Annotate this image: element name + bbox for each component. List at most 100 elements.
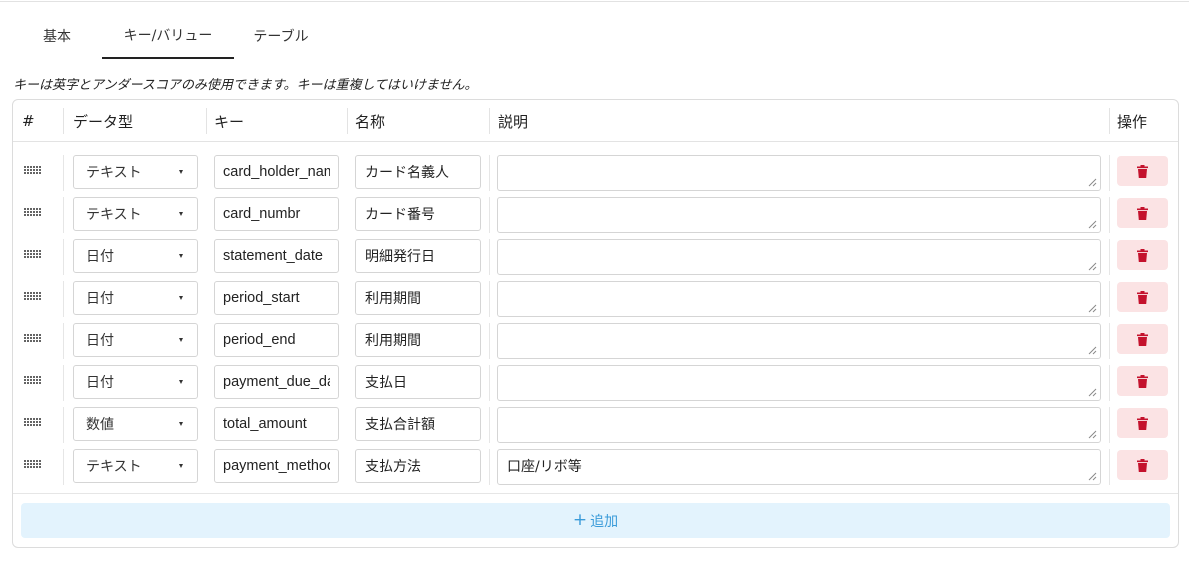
row-divider <box>63 449 64 485</box>
trash-icon <box>1137 206 1148 220</box>
key-value-table: # データ型 キー 名称 説明 操作 テキスト カード名義人 <box>12 99 1179 548</box>
table-row: テキスト カード名義人 <box>13 153 1178 195</box>
data-type-value: 数値 <box>86 417 114 433</box>
name-input[interactable]: カード名義人 <box>355 155 481 189</box>
description-textarea[interactable] <box>497 239 1101 275</box>
delete-row-button[interactable] <box>1117 450 1168 480</box>
column-divider <box>63 108 64 134</box>
row-divider <box>489 323 490 359</box>
add-row-button[interactable]: + 追加 <box>21 503 1170 538</box>
add-row-label: 追加 <box>590 513 619 530</box>
key-input[interactable] <box>214 449 339 483</box>
delete-row-button[interactable] <box>1117 198 1168 228</box>
key-input[interactable] <box>214 155 339 189</box>
resize-grip-icon[interactable] <box>1087 345 1097 355</box>
key-input[interactable] <box>214 281 339 315</box>
row-divider <box>63 365 64 401</box>
drag-handle-icon[interactable] <box>24 250 42 258</box>
data-type-select[interactable]: テキスト <box>73 197 198 231</box>
drag-handle-icon[interactable] <box>24 334 42 342</box>
key-input[interactable] <box>214 365 339 399</box>
row-divider <box>1109 449 1110 485</box>
caret-down-icon <box>179 254 183 258</box>
header-key: キー <box>214 112 245 131</box>
resize-grip-icon[interactable] <box>1087 177 1097 187</box>
description-textarea[interactable] <box>497 281 1101 317</box>
description-textarea[interactable] <box>497 155 1101 191</box>
drag-handle-icon[interactable] <box>24 208 42 216</box>
tab-bar: 基本 キー/バリュー テーブル <box>12 12 328 59</box>
description-value: 口座/リボ等 <box>507 459 582 475</box>
row-divider <box>489 239 490 275</box>
row-divider <box>1109 239 1110 275</box>
trash-icon <box>1137 416 1148 430</box>
resize-grip-icon[interactable] <box>1087 219 1097 229</box>
table-row: 日付 利用期間 <box>13 279 1178 321</box>
caret-down-icon <box>179 296 183 300</box>
data-type-value: テキスト <box>86 459 142 475</box>
tab-key-value[interactable]: キー/バリュー <box>102 12 234 59</box>
drag-handle-icon[interactable] <box>24 166 42 174</box>
table-bottom-divider <box>13 493 1178 494</box>
trash-icon <box>1137 290 1148 304</box>
name-input[interactable]: 支払方法 <box>355 449 481 483</box>
row-divider <box>489 197 490 233</box>
drag-handle-icon[interactable] <box>24 292 42 300</box>
description-textarea[interactable] <box>497 323 1101 359</box>
data-type-select[interactable]: 日付 <box>73 239 198 273</box>
key-input[interactable] <box>214 239 339 273</box>
delete-row-button[interactable] <box>1117 324 1168 354</box>
resize-grip-icon[interactable] <box>1087 303 1097 313</box>
table-row: 日付 支払日 <box>13 363 1178 405</box>
delete-row-button[interactable] <box>1117 282 1168 312</box>
key-input[interactable] <box>214 197 339 231</box>
data-type-value: テキスト <box>86 207 142 223</box>
drag-handle-icon[interactable] <box>24 418 42 426</box>
trash-icon <box>1137 332 1148 346</box>
row-divider <box>63 197 64 233</box>
tab-basic[interactable]: 基本 <box>12 12 102 59</box>
name-input[interactable]: カード番号 <box>355 197 481 231</box>
data-type-select[interactable]: テキスト <box>73 449 198 483</box>
column-divider <box>206 108 207 134</box>
delete-row-button[interactable] <box>1117 408 1168 438</box>
data-type-value: 日付 <box>86 249 114 265</box>
resize-grip-icon[interactable] <box>1087 429 1097 439</box>
resize-grip-icon[interactable] <box>1087 261 1097 271</box>
data-type-select[interactable]: 日付 <box>73 323 198 357</box>
data-type-select[interactable]: テキスト <box>73 155 198 189</box>
name-input[interactable]: 利用期間 <box>355 281 481 315</box>
name-input[interactable]: 利用期間 <box>355 323 481 357</box>
table-row: テキスト 支払方法 口座/リボ等 <box>13 447 1178 489</box>
plus-icon: + <box>572 510 588 530</box>
name-input[interactable]: 支払合計額 <box>355 407 481 441</box>
row-divider <box>1109 155 1110 191</box>
key-input[interactable] <box>214 407 339 441</box>
delete-row-button[interactable] <box>1117 156 1168 186</box>
drag-handle-icon[interactable] <box>24 460 42 468</box>
description-textarea[interactable]: 口座/リボ等 <box>497 449 1101 485</box>
row-divider <box>1109 407 1110 443</box>
data-type-value: 日付 <box>86 333 114 349</box>
data-type-select[interactable]: 日付 <box>73 365 198 399</box>
delete-row-button[interactable] <box>1117 366 1168 396</box>
data-type-select[interactable]: 日付 <box>73 281 198 315</box>
description-textarea[interactable] <box>497 407 1101 443</box>
header-actions: 操作 <box>1117 112 1148 131</box>
name-input[interactable]: 明細発行日 <box>355 239 481 273</box>
data-type-select[interactable]: 数値 <box>73 407 198 441</box>
resize-grip-icon[interactable] <box>1087 387 1097 397</box>
resize-grip-icon[interactable] <box>1087 471 1097 481</box>
trash-icon <box>1137 248 1148 262</box>
row-divider <box>489 407 490 443</box>
row-divider <box>1109 281 1110 317</box>
description-textarea[interactable] <box>497 197 1101 233</box>
name-input[interactable]: 支払日 <box>355 365 481 399</box>
key-input[interactable] <box>214 323 339 357</box>
row-divider <box>1109 197 1110 233</box>
description-textarea[interactable] <box>497 365 1101 401</box>
delete-row-button[interactable] <box>1117 240 1168 270</box>
tab-table[interactable]: テーブル <box>234 12 328 59</box>
drag-handle-icon[interactable] <box>24 376 42 384</box>
column-divider <box>489 108 490 134</box>
